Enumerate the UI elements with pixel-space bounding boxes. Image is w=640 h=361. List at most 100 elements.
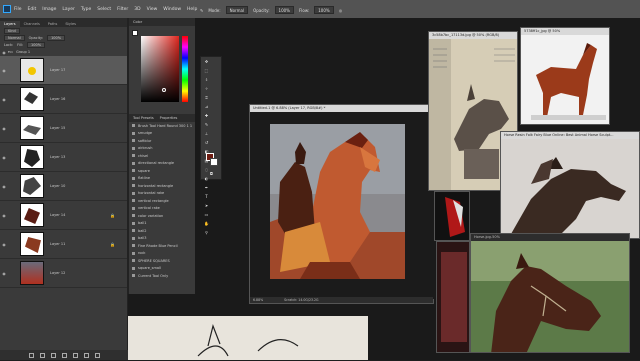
preset-item[interactable]: color variation <box>129 212 195 220</box>
hand-tool-icon[interactable]: ✋ <box>202 220 211 227</box>
quick-select-icon[interactable]: ✧ <box>202 85 211 92</box>
reference-window-horse[interactable]: 5738ff1c_jpg @ 50% <box>520 27 610 125</box>
move-tool-icon[interactable]: ✥ <box>202 58 211 65</box>
hue-slider[interactable] <box>182 36 188 102</box>
preset-item[interactable]: square_small <box>129 265 195 273</box>
menu-type[interactable]: Type <box>81 7 91 12</box>
preset-item[interactable]: horizontal rectangle <box>129 182 195 190</box>
layer-row[interactable]: ◉ Layer 11 🔒 <box>0 230 127 259</box>
visibility-eye-icon[interactable]: ◉ <box>0 68 8 73</box>
quick-mask-icon[interactable]: ◘ <box>207 170 216 177</box>
preset-item[interactable]: vertical rake <box>129 205 195 213</box>
crop-tool-icon[interactable]: ⌗ <box>202 94 211 101</box>
layer-row[interactable]: ◉ Layer 10 <box>0 172 127 201</box>
reference-window-red[interactable] <box>434 191 470 241</box>
reference-window-horse-head[interactable]: Horse-jpg-50% <box>470 233 630 353</box>
trash-icon[interactable] <box>94 352 100 358</box>
airbrush-icon[interactable]: ◎ <box>339 8 343 13</box>
brush-tool-icon[interactable]: ✎ <box>202 121 211 128</box>
preset-item[interactable]: smudge <box>129 130 195 138</box>
color-tab[interactable]: Color <box>129 18 195 26</box>
fx-icon[interactable] <box>39 352 45 358</box>
preset-item[interactable]: chisel <box>129 152 195 160</box>
history-brush-icon[interactable]: ↺ <box>202 139 211 146</box>
tab-channels[interactable]: Channels <box>20 21 44 27</box>
opacity-input[interactable]: 100% <box>274 6 294 14</box>
canvas-painting[interactable] <box>250 112 435 299</box>
preset-item[interactable]: rock <box>129 250 195 258</box>
menu-window[interactable]: Window <box>163 7 181 12</box>
document-window[interactable]: Untitled-1 @ 6.88% (Layer 17, RGB/8#) * … <box>249 104 435 304</box>
reference-title[interactable]: Horse-jpg-50% <box>471 234 629 241</box>
layer-row[interactable]: ◉ Layer 15 <box>0 114 127 143</box>
menu-select[interactable]: Select <box>97 7 111 12</box>
preset-item[interactable]: ball2 <box>129 227 195 235</box>
shape-tool-icon[interactable]: ▭ <box>202 211 211 218</box>
preset-item[interactable]: Current Tool Only <box>129 272 195 280</box>
visibility-eye-icon[interactable]: ◉ <box>0 242 8 247</box>
tab-paths[interactable]: Paths <box>44 21 62 27</box>
reference-title[interactable]: Horse Resin Folk Fairy Blue Online: Best… <box>501 132 639 139</box>
menu-file[interactable]: File <box>14 7 22 12</box>
menu-filter[interactable]: Filter <box>117 7 128 12</box>
layer-row[interactable]: ◉ Layer 13 <box>0 143 127 172</box>
menu-help[interactable]: Help <box>187 7 197 12</box>
visibility-eye-icon[interactable]: ◉ <box>0 126 8 131</box>
reference-title[interactable]: 3c58b7bc_17113d.jpg @ 50% (RGB/8) <box>429 32 517 39</box>
menu-image[interactable]: Image <box>42 7 56 12</box>
new-layer-icon[interactable] <box>83 352 89 358</box>
zoom-tool-icon[interactable]: ⚲ <box>202 229 211 236</box>
group-row[interactable]: ◉ ▾▭ Group 1 <box>0 48 127 56</box>
preset-item[interactable]: ball3 <box>129 235 195 243</box>
layer-row[interactable]: ◉ Layer 16 <box>0 85 127 114</box>
preset-item[interactable]: vertical rectangle <box>129 197 195 205</box>
path-select-icon[interactable]: ➤ <box>202 202 211 209</box>
layer-row[interactable]: ◉ Layer 14 🔒 <box>0 201 127 230</box>
reference-window-bust[interactable]: Horse Resin Folk Fairy Blue Online: Best… <box>500 131 640 239</box>
visibility-eye-icon[interactable]: ◉ <box>0 213 8 218</box>
layer-row[interactable]: ◉ Layer 17 <box>0 56 127 85</box>
type-tool-icon[interactable]: T <box>202 193 211 200</box>
flow-input[interactable]: 100% <box>314 6 334 14</box>
visibility-eye-icon[interactable]: ◉ <box>0 50 8 55</box>
reference-title[interactable]: 5738ff1c_jpg @ 50% <box>521 28 609 35</box>
document-title[interactable]: Untitled-1 @ 6.88% (Layer 17, RGB/8#) * <box>250 105 433 112</box>
preset-item[interactable]: directional rectangle <box>129 160 195 168</box>
preset-item[interactable]: softblur <box>129 137 195 145</box>
lasso-tool-icon[interactable]: ↆ <box>202 76 211 83</box>
visibility-eye-icon[interactable]: ◉ <box>0 97 8 102</box>
preset-item[interactable]: SPHERE SQUARES <box>129 257 195 265</box>
reference-window-red-lower[interactable] <box>436 241 470 353</box>
eyedropper-icon[interactable]: ⊿ <box>202 103 211 110</box>
mode-select[interactable]: Normal <box>225 6 249 14</box>
adjustment-icon[interactable] <box>61 352 67 358</box>
preset-item[interactable]: square <box>129 167 195 175</box>
visibility-eye-icon[interactable]: ◉ <box>0 155 8 160</box>
menu-layer[interactable]: Layer <box>62 7 75 12</box>
visibility-eye-icon[interactable]: ◉ <box>0 184 8 189</box>
preset-item[interactable]: horizontal rake <box>129 190 195 198</box>
brush-tool-icon[interactable]: ✎ <box>200 8 203 13</box>
background-color-swatch[interactable] <box>210 158 218 166</box>
tab-tool-presets[interactable]: Tool Presets <box>133 116 154 120</box>
marquee-tool-icon[interactable]: ⬚ <box>202 67 211 74</box>
menu-edit[interactable]: Edit <box>28 7 37 12</box>
link-icon[interactable] <box>28 352 34 358</box>
tab-properties[interactable]: Properties <box>160 116 178 120</box>
preset-item[interactable]: ball1 <box>129 220 195 228</box>
fill-input[interactable]: 100% <box>27 41 46 48</box>
color-field[interactable] <box>141 36 179 102</box>
preset-item[interactable]: Brush Tool Hard Round 300 1 1 <box>129 122 195 130</box>
preset-item[interactable]: airbrush <box>129 145 195 153</box>
menu-view[interactable]: View <box>147 7 158 12</box>
layer-opacity-input[interactable]: 100% <box>47 34 66 41</box>
preset-item[interactable]: flatline <box>129 175 195 183</box>
tab-layers[interactable]: Layers <box>0 21 20 27</box>
group-icon[interactable] <box>72 352 78 358</box>
preset-item[interactable]: Fine Rhode Blue Pencil <box>129 242 195 250</box>
foreground-swatch[interactable] <box>132 30 138 36</box>
pen-tool-icon[interactable]: ✒ <box>202 184 211 191</box>
mask-icon[interactable] <box>50 352 56 358</box>
stamp-tool-icon[interactable]: ⊥ <box>202 130 211 137</box>
healing-tool-icon[interactable]: ✚ <box>202 112 211 119</box>
